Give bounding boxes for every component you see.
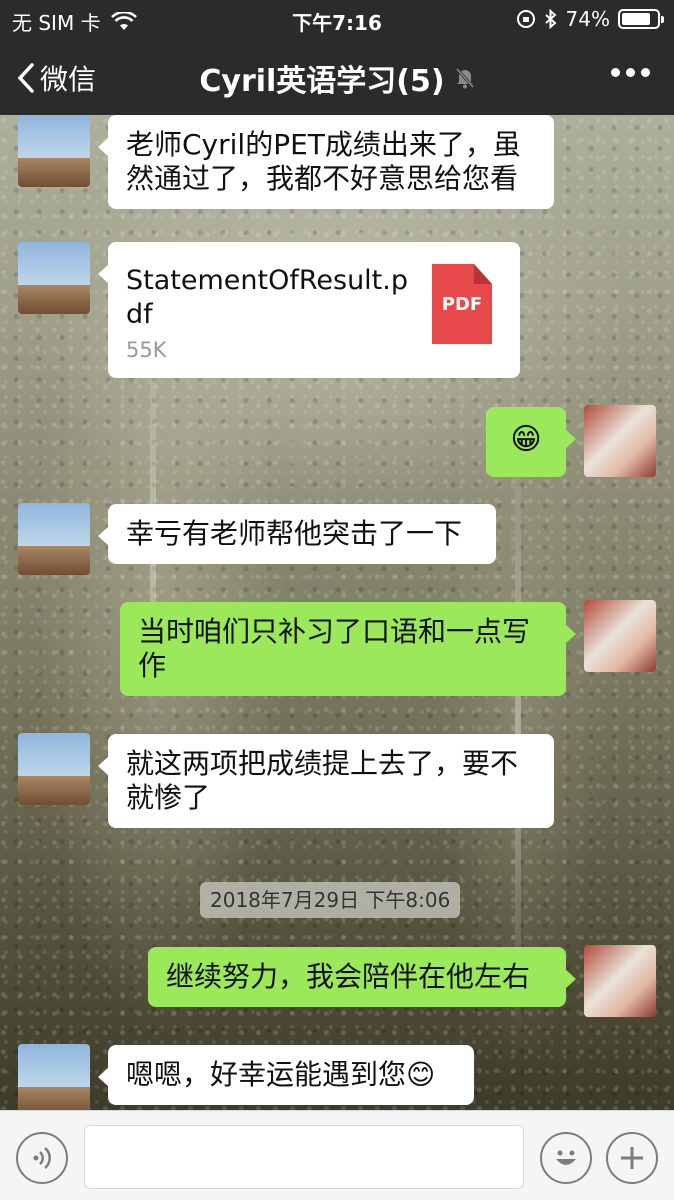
plus-icon xyxy=(621,1147,643,1169)
avatar[interactable] xyxy=(584,405,656,477)
message-bubble[interactable]: 继续努力，我会陪伴在他左右 xyxy=(148,947,576,1007)
nav-bar: 微信 Cyril英语学习(5) xyxy=(0,38,674,115)
timestamp-divider: 2018年7月29日 下午8:06 xyxy=(200,882,461,918)
message-emoji: 😁 xyxy=(510,422,542,457)
message-bubble[interactable]: 嗯嗯，好幸运能遇到您😊 xyxy=(98,1045,474,1105)
file-size: 55K xyxy=(126,338,167,362)
message-text: 当时咱们只补习了口语和一点写作 xyxy=(138,615,531,682)
message-text: 老师Cyril的PET成绩出来了，虽然通过了，我都不好意思给您看 xyxy=(126,128,521,195)
more-plus-button[interactable] xyxy=(606,1132,658,1184)
status-bar: 无 SIM 卡 下午7:16 74% xyxy=(0,0,674,38)
emoji-button[interactable] xyxy=(540,1132,592,1184)
message-text: 幸亏有老师帮他突击了一下 xyxy=(126,517,463,550)
avatar[interactable] xyxy=(18,242,90,314)
message-bubble[interactable]: 就这两项把成绩提上去了，要不就惨了 xyxy=(98,734,554,828)
message-bubble[interactable]: 当时咱们只补习了口语和一点写作 xyxy=(120,602,576,696)
input-bar xyxy=(0,1110,674,1200)
file-name: StatementOfResult.pdf xyxy=(126,265,408,330)
smiley-icon xyxy=(556,1150,576,1165)
chat-screen: 无 SIM 卡 下午7:16 74% 微信 Cyril英语学习(5) 老师Cyr… xyxy=(0,0,674,1200)
message-text: 继续努力，我会陪伴在他左右 xyxy=(166,960,531,993)
message-bubble[interactable]: 老师Cyril的PET成绩出来了，虽然通过了，我都不好意思给您看 xyxy=(98,115,554,209)
more-options-button[interactable] xyxy=(611,68,650,77)
muted-bell-icon xyxy=(455,68,474,89)
chat-title: Cyril英语学习(5) xyxy=(199,64,445,99)
message-text: 嗯嗯，好幸运能遇到您😊 xyxy=(126,1058,436,1091)
avatar[interactable] xyxy=(18,115,90,187)
dot-icon xyxy=(611,68,620,77)
dot-icon xyxy=(641,68,650,77)
message-list[interactable]: 老师Cyril的PET成绩出来了，虽然通过了，我都不好意思给您看 Stateme… xyxy=(0,115,674,1110)
avatar[interactable] xyxy=(584,600,656,672)
file-message[interactable]: StatementOfResult.pdf 55K PDF xyxy=(98,242,520,378)
bluetooth-icon xyxy=(544,9,557,29)
message-text: 就这两项把成绩提上去了，要不就惨了 xyxy=(126,747,519,814)
voice-toggle-button[interactable] xyxy=(16,1132,68,1184)
message-input[interactable] xyxy=(84,1125,524,1189)
battery-icon xyxy=(618,9,664,29)
orientation-lock-icon xyxy=(516,10,535,28)
avatar[interactable] xyxy=(18,733,90,805)
message-bubble[interactable]: 幸亏有老师帮他突击了一下 xyxy=(98,504,496,564)
battery-percent: 74% xyxy=(565,7,610,31)
dot-icon xyxy=(626,68,635,77)
message-bubble[interactable]: 😁 xyxy=(486,407,576,477)
avatar[interactable] xyxy=(18,503,90,575)
avatar[interactable] xyxy=(584,945,656,1017)
pdf-file-icon: PDF xyxy=(432,264,492,344)
voice-icon xyxy=(33,1147,51,1169)
avatar[interactable] xyxy=(18,1044,90,1110)
